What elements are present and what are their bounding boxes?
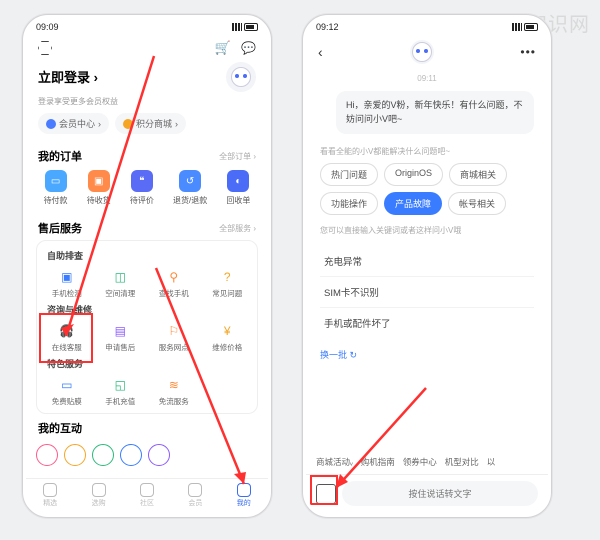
tag-mall-activity[interactable]: 商城活动ᵥ (316, 456, 353, 468)
orders-row: ▭待付款 ▣待收货 ❝待评价 ↺退货/退款 ◐回收单 (26, 168, 268, 214)
group-self-check: 自助排查 (41, 247, 253, 266)
interact-title: 我的互动 (38, 420, 82, 436)
tab-community[interactable]: 社区 (140, 483, 154, 508)
battery-icon (524, 23, 538, 31)
faq-charging[interactable]: 充电异常 (320, 246, 534, 277)
group-consult-repair: 咨询与维修 (41, 301, 253, 320)
greeting-bubble: Hi，亲爱的V粉，新年快乐！有什么问题，不妨问问小V吧~ (336, 91, 534, 134)
svc-service-points[interactable]: ⚐服务网点 (148, 320, 200, 355)
svc-free-film[interactable]: ▭免费贴膜 (41, 374, 93, 409)
order-refund[interactable]: ↺退货/退款 (173, 170, 207, 206)
pill-product-fault[interactable]: 产品故障 (384, 192, 442, 215)
chat-time: 09:11 (306, 70, 548, 87)
chip-member-center[interactable]: 会员中心› (38, 113, 109, 134)
tab-shop[interactable]: 选购 (92, 483, 106, 508)
keyboard-icon[interactable] (316, 484, 336, 504)
svc-find-phone[interactable]: ⚲查找手机 (148, 266, 200, 301)
svc-data-free[interactable]: ≋免流服务 (148, 374, 200, 409)
tab-mine[interactable]: 我的 (237, 483, 251, 508)
group-special-service: 特色服务 (41, 355, 253, 374)
phone-left: 09:09 🛒 💬 立即登录 › 登录享受更多会员权益 会员中心› 积分商城› … (22, 14, 272, 518)
tab-member[interactable]: 会员 (188, 483, 202, 508)
order-pending-review[interactable]: ❝待评价 (130, 170, 154, 206)
back-button[interactable]: ‹ (318, 44, 323, 60)
pill-mall[interactable]: 商城相关 (449, 163, 507, 186)
orders-title: 我的订单 (38, 148, 82, 164)
service-more[interactable]: 全部服务 › (219, 223, 256, 234)
signal-icon (512, 23, 522, 31)
cart-icon[interactable]: 🛒 (215, 40, 231, 56)
hint-1: 看看全能的小V都能解决什么问题吧~ (306, 142, 548, 163)
svc-phone-check[interactable]: ▣手机检测 (41, 266, 93, 301)
robot-avatar-icon (231, 67, 251, 87)
status-bar-2: 09:12 (306, 18, 548, 36)
bottom-tags: 商城活动ᵥ 购机指南 领券中心 机型对比 以 (306, 450, 548, 474)
faq-sim[interactable]: SIM卡不识别 (320, 277, 534, 308)
pill-originos[interactable]: OriginOS (384, 163, 443, 186)
robot-avatar-icon (412, 42, 432, 62)
status-bar: 09:09 (26, 18, 268, 36)
svc-apply-aftersale[interactable]: ▤申请售后 (95, 320, 147, 355)
signal-icon (232, 23, 242, 31)
orders-more[interactable]: 全部订单 › (219, 151, 256, 162)
settings-hex-icon[interactable] (38, 41, 52, 55)
pill-function[interactable]: 功能操作 (320, 192, 378, 215)
service-title: 售后服务 (38, 220, 82, 236)
svc-space-clean[interactable]: ◫空间清理 (95, 266, 147, 301)
tag-compare[interactable]: 机型对比 (445, 456, 479, 468)
category-pills: 热门问题 OriginOS 商城相关 功能操作 产品故障 帐号相关 (306, 163, 548, 221)
battery-icon (244, 23, 258, 31)
order-recycle[interactable]: ◐回收单 (226, 170, 250, 206)
phone-right: 09:12 ‹ ••• 09:11 Hi，亲爱的V粉，新年快乐！有什么问题，不妨… (302, 14, 552, 518)
pill-hot[interactable]: 热门问题 (320, 163, 378, 186)
interact-row (26, 440, 268, 470)
tag-more[interactable]: 以 (487, 456, 496, 468)
input-bar: 按住说话转文字 (306, 474, 548, 514)
avatar[interactable] (226, 62, 256, 92)
order-pending-payment[interactable]: ▭待付款 (44, 170, 68, 206)
status-time-2: 09:12 (316, 22, 339, 32)
chat-avatar (410, 40, 434, 64)
tab-featured[interactable]: 精选 (43, 483, 57, 508)
pill-account[interactable]: 帐号相关 (448, 192, 506, 215)
status-time: 09:09 (36, 22, 59, 32)
voice-input-button[interactable]: 按住说话转文字 (342, 481, 538, 506)
svc-online-service[interactable]: 🎧在线客服 (41, 320, 93, 355)
faq-broken[interactable]: 手机或配件坏了 (320, 308, 534, 338)
refresh-button[interactable]: 换一批 ↻ (306, 342, 548, 367)
faq-list: 充电异常 SIM卡不识别 手机或配件坏了 (320, 246, 534, 338)
svc-faq[interactable]: ?常见问题 (202, 266, 254, 301)
service-card: 自助排查 ▣手机检测 ◫空间清理 ⚲查找手机 ?常见问题 咨询与维修 🎧在线客服… (36, 240, 258, 414)
login-title[interactable]: 立即登录 › (38, 70, 98, 85)
chip-points-mall[interactable]: 积分商城› (115, 113, 186, 134)
message-icon[interactable]: 💬 (241, 41, 256, 55)
svc-repair-price[interactable]: ¥维修价格 (202, 320, 254, 355)
svc-recharge[interactable]: ◱手机充值 (95, 374, 147, 409)
order-pending-receipt[interactable]: ▣待收货 (87, 170, 111, 206)
tab-bar: 精选 选购 社区 会员 我的 (26, 478, 268, 514)
tag-buy-guide[interactable]: 购机指南 (361, 456, 395, 468)
hint-2: 您可以直接输入关键词或者这样问小V哦 (306, 221, 548, 242)
login-subtitle: 登录享受更多会员权益 (26, 96, 268, 113)
tag-coupon[interactable]: 领券中心 (403, 456, 437, 468)
more-button[interactable]: ••• (520, 45, 536, 59)
